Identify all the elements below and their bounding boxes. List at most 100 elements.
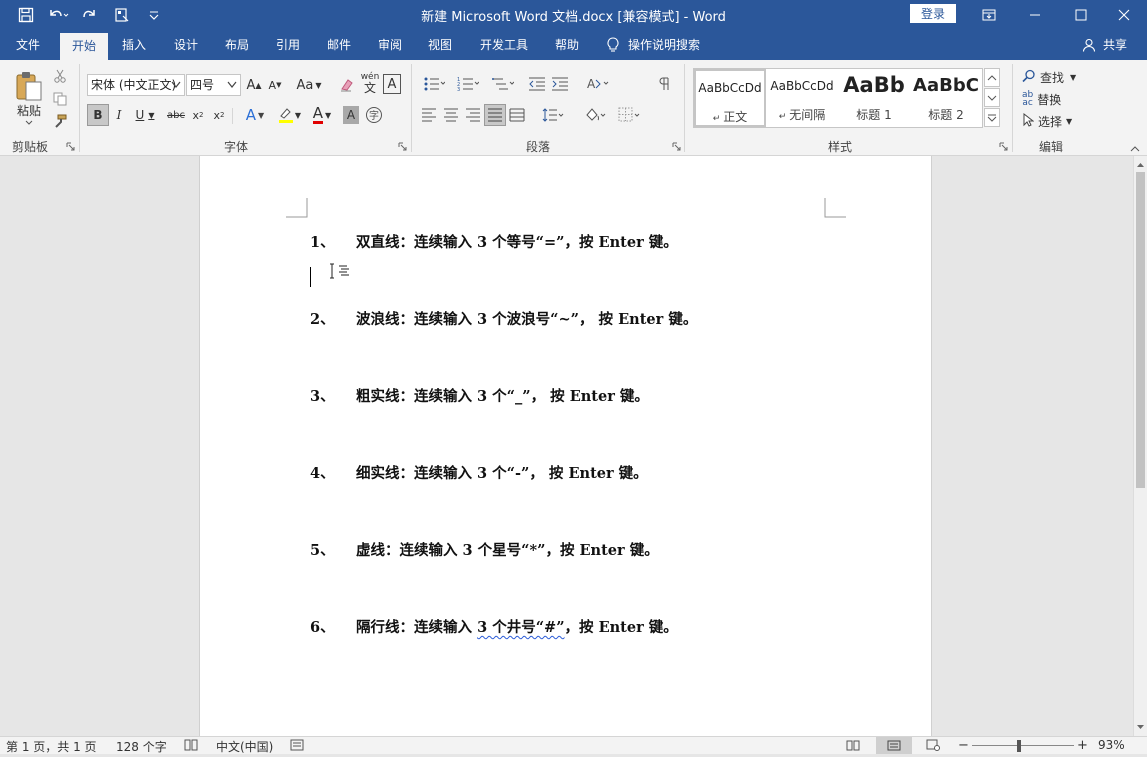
redo-icon[interactable]: [78, 4, 102, 26]
language-indicator[interactable]: 中文(中国): [216, 738, 273, 755]
styles-launcher-icon[interactable]: [999, 142, 1008, 151]
tell-me-search[interactable]: 操作说明搜索: [628, 30, 714, 60]
ribbon-display-options-icon[interactable]: [966, 0, 1012, 30]
underline-button[interactable]: U ▼: [131, 104, 159, 126]
tab-mailings[interactable]: 邮件: [317, 30, 361, 60]
select-button[interactable]: 选择 ▼: [1022, 112, 1088, 130]
share-button[interactable]: 共享: [1100, 30, 1130, 60]
find-button[interactable]: 查找 ▼: [1022, 68, 1088, 86]
justify-icon[interactable]: [484, 104, 506, 126]
copy-icon[interactable]: [52, 91, 68, 107]
style-heading-2[interactable]: AaBbC 标题 2: [910, 69, 982, 127]
increase-indent-icon[interactable]: [550, 74, 570, 94]
paragraph[interactable]: 5、 虚线：连续输入 3 个星号“*”，按 Enter 键。: [310, 539, 659, 560]
shrink-font-icon[interactable]: A ▼: [266, 74, 284, 96]
document-area[interactable]: 1、 双直线：连续输入 3 个等号“=”，按 Enter 键。 2、 波浪线：连续输…: [0, 156, 1133, 736]
undo-icon[interactable]: [46, 4, 70, 26]
highlight-icon[interactable]: ▼: [274, 104, 304, 126]
format-painter-icon[interactable]: [52, 113, 68, 129]
close-icon[interactable]: [1101, 0, 1147, 30]
paragraph[interactable]: 1、 双直线：连续输入 3 个等号“=”，按 Enter 键。: [310, 231, 678, 252]
customize-qat-icon[interactable]: [142, 4, 166, 26]
paragraph[interactable]: 2、 波浪线：连续输入 3 个波浪号“~”， 按 Enter 键。: [310, 308, 697, 329]
font-size-combo[interactable]: 四号: [186, 74, 241, 96]
read-mode-icon[interactable]: [846, 739, 860, 754]
gallery-down-icon[interactable]: [984, 88, 1000, 107]
font-color-icon[interactable]: A ▼: [308, 104, 336, 126]
zoom-level[interactable]: 93%: [1098, 738, 1125, 752]
style-no-spacing[interactable]: AaBbCcDd ↵ 无间隔: [766, 69, 838, 127]
scroll-down-icon[interactable]: [1136, 724, 1145, 730]
chevron-down-icon[interactable]: [226, 75, 238, 95]
italic-button[interactable]: I: [110, 104, 128, 126]
bullets-icon[interactable]: [419, 74, 449, 94]
chevron-down-icon[interactable]: [170, 75, 182, 95]
borders-icon[interactable]: [614, 104, 644, 126]
tab-file[interactable]: 文件: [4, 30, 52, 60]
align-right-icon[interactable]: [463, 104, 483, 126]
save-icon[interactable]: [14, 4, 38, 26]
paragraph-launcher-icon[interactable]: [672, 142, 681, 151]
collapse-ribbon-icon[interactable]: [1128, 144, 1142, 154]
text-effects-icon[interactable]: A ▼: [240, 104, 270, 126]
paste-icon[interactable]: [12, 68, 46, 104]
spellcheck-underlined-text[interactable]: 3 个井号“#”: [477, 619, 564, 636]
tab-design[interactable]: 设计: [164, 30, 208, 60]
paste-dropdown-icon[interactable]: [22, 118, 36, 128]
distributed-icon[interactable]: [507, 104, 527, 126]
numbering-icon[interactable]: 123: [453, 74, 483, 94]
multilevel-list-icon[interactable]: [488, 74, 518, 94]
tab-view[interactable]: 视图: [418, 30, 462, 60]
proofing-icon[interactable]: [184, 739, 198, 754]
scrollbar-thumb[interactable]: [1136, 172, 1145, 488]
enclose-characters-icon[interactable]: 字: [364, 105, 384, 125]
chinese-layout-icon[interactable]: A: [583, 74, 613, 94]
align-left-icon[interactable]: [419, 104, 439, 126]
tab-layout[interactable]: 布局: [215, 30, 259, 60]
style-heading-1[interactable]: AaBb 标题 1: [838, 69, 910, 127]
grow-font-icon[interactable]: A ▲: [245, 74, 263, 96]
vertical-scrollbar[interactable]: [1133, 156, 1147, 736]
tab-developer[interactable]: 开发工具: [472, 30, 536, 60]
phonetic-guide-icon[interactable]: wén 文: [360, 72, 380, 96]
align-center-icon[interactable]: [441, 104, 461, 126]
zoom-in-button[interactable]: +: [1077, 738, 1088, 753]
font-launcher-icon[interactable]: [398, 142, 407, 151]
gallery-more-icon[interactable]: [984, 108, 1000, 127]
paragraph[interactable]: 4、 细实线：连续输入 3 个“-”， 按 Enter 键。: [310, 462, 648, 483]
zoom-slider-track[interactable]: [972, 745, 1074, 746]
clear-formatting-icon[interactable]: [337, 74, 357, 96]
cut-icon[interactable]: [52, 68, 68, 84]
bold-button[interactable]: B: [87, 104, 109, 126]
web-layout-icon[interactable]: [926, 739, 940, 754]
clipboard-launcher-icon[interactable]: [66, 142, 75, 151]
character-shading-icon[interactable]: A: [343, 106, 359, 124]
subscript-button[interactable]: x2: [190, 104, 206, 126]
style-normal[interactable]: AaBbCcDd ↵ 正文: [694, 69, 766, 127]
document-page[interactable]: 1、 双直线：连续输入 3 个等号“=”，按 Enter 键。 2、 波浪线：连续输…: [199, 156, 932, 736]
change-case-button[interactable]: Aa ▼: [294, 74, 324, 96]
paragraph[interactable]: 6、 隔行线：连续输入 3 个井号“#”，按 Enter 键。: [310, 616, 678, 637]
word-count[interactable]: 128 个字: [116, 738, 167, 755]
superscript-button[interactable]: x2: [211, 104, 227, 126]
zoom-slider-handle[interactable]: [1017, 740, 1021, 752]
scroll-up-icon[interactable]: [1136, 162, 1145, 168]
tab-review[interactable]: 审阅: [368, 30, 412, 60]
gallery-up-icon[interactable]: [984, 68, 1000, 87]
replace-button[interactable]: ab ac 替换: [1022, 90, 1082, 108]
strikethrough-button[interactable]: abc: [165, 104, 187, 126]
tab-home[interactable]: 开始: [60, 33, 108, 60]
tab-insert[interactable]: 插入: [112, 30, 156, 60]
character-border-icon[interactable]: A: [383, 74, 401, 94]
paste-label[interactable]: 粘贴: [12, 102, 46, 118]
macro-recording-icon[interactable]: [290, 739, 304, 754]
print-layout-icon[interactable]: [876, 737, 912, 754]
page-count[interactable]: 第 1 页，共 1 页: [6, 738, 97, 755]
maximize-icon[interactable]: [1058, 0, 1104, 30]
zoom-out-button[interactable]: −: [958, 738, 969, 753]
touch-mode-icon[interactable]: [110, 4, 134, 26]
tab-help[interactable]: 帮助: [545, 30, 589, 60]
font-name-combo[interactable]: 宋体 (中文正文): [87, 74, 185, 96]
tab-references[interactable]: 引用: [266, 30, 310, 60]
minimize-icon[interactable]: [1012, 0, 1058, 30]
